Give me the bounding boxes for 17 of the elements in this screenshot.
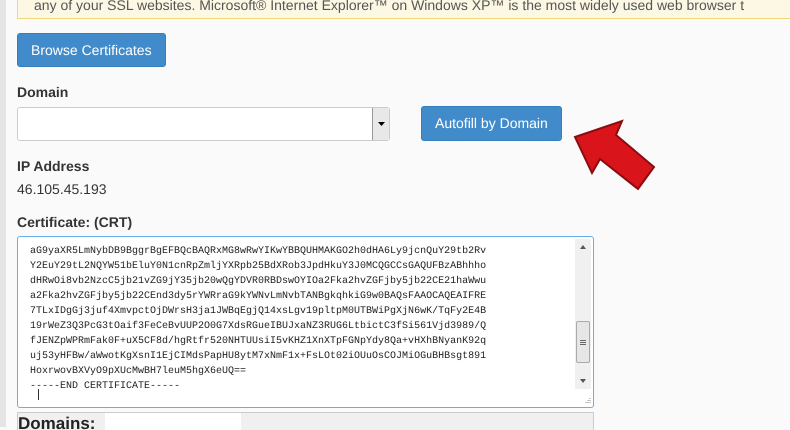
grip-icon [580,340,586,344]
resize-grip-icon[interactable] [583,397,591,405]
notice-banner: any of your SSL websites. Microsoft® Internet Explorer™ on Windows XP™ is the most widely used web browser t [17,0,790,19]
dropdown-button[interactable] [372,108,389,140]
ip-address-label: IP Address [17,157,90,175]
ip-address-value: 46.105.45.193 [17,180,108,198]
scrollbar-thumb[interactable] [576,321,590,363]
domains-label: Domains: [18,413,96,430]
domain-label: Domain [17,83,70,101]
autofill-by-domain-button[interactable]: Autofill by Domain [421,106,562,141]
scrollbar[interactable] [575,239,591,389]
scroll-up-icon[interactable] [580,245,586,249]
certificate-label: Certificate: (CRT) [17,213,134,231]
scroll-down-icon[interactable] [580,379,586,383]
caret-down-icon [378,122,384,126]
browse-certificates-button[interactable]: Browse Certificates [17,33,166,67]
text-cursor [38,389,39,400]
